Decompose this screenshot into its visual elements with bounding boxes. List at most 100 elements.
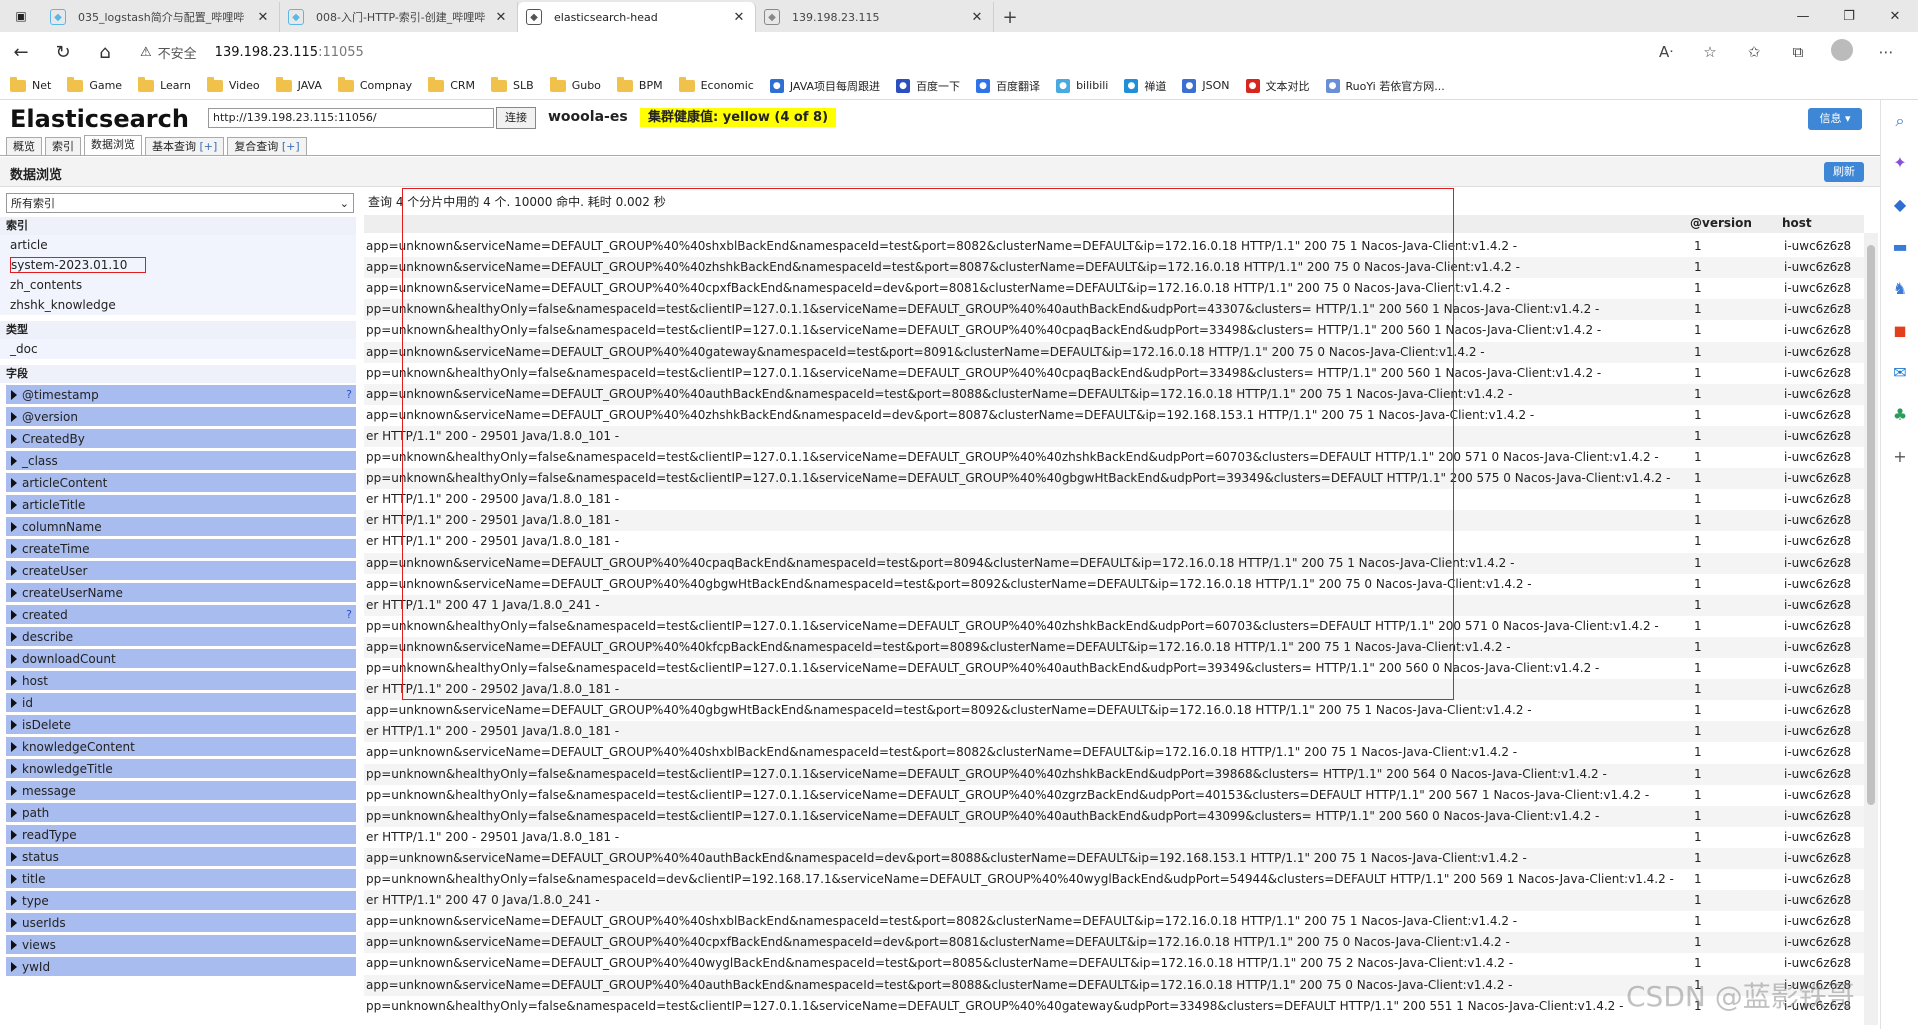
address-input[interactable]: ⚠ 不安全 139.198.23.115 :11055 bbox=[140, 37, 1660, 67]
info-dropdown-button[interactable]: 信息 ▾ bbox=[1808, 108, 1862, 130]
connect-button[interactable]: 连接 bbox=[496, 107, 536, 129]
reload-icon[interactable]: ↻ bbox=[42, 32, 84, 72]
table-row[interactable]: er HTTP/1.1" 200 - 29501 Java/1.8.0_181 … bbox=[364, 510, 1864, 532]
bookmark-item[interactable]: ● 百度翻译 bbox=[976, 78, 1040, 94]
table-row[interactable]: er HTTP/1.1" 200 - 29501 Java/1.8.0_181 … bbox=[364, 827, 1864, 848]
table-row[interactable]: er HTTP/1.1" 200 - 29501 Java/1.8.0_101 … bbox=[364, 425, 1864, 447]
field-item[interactable]: @version bbox=[6, 407, 356, 427]
table-row[interactable]: app=unknown&serviceName=DEFAULT_GROUP%40… bbox=[364, 236, 1864, 257]
field-item[interactable]: host bbox=[6, 671, 356, 691]
field-item[interactable]: ywId bbox=[6, 957, 356, 977]
table-row[interactable]: pp=unknown&healthyOnly=false&namespaceId… bbox=[364, 869, 1864, 890]
home-icon[interactable]: ⌂ bbox=[84, 32, 126, 72]
app-tab[interactable]: 复合查询 [+] bbox=[227, 137, 307, 155]
table-row[interactable]: pp=unknown&healthyOnly=false&namespaceId… bbox=[364, 299, 1864, 321]
table-row[interactable]: pp=unknown&healthyOnly=false&namespaceId… bbox=[364, 785, 1864, 806]
bookmark-item[interactable]: Net bbox=[10, 76, 51, 92]
bookmark-item[interactable]: ● 文本对比 bbox=[1245, 78, 1310, 94]
field-item[interactable]: articleContent bbox=[6, 473, 356, 493]
table-row[interactable]: er HTTP/1.1" 200 - 29501 Java/1.8.0_181 … bbox=[364, 721, 1864, 743]
tab-close-icon[interactable]: ✕ bbox=[731, 10, 747, 25]
field-item[interactable]: message bbox=[6, 781, 356, 801]
table-row[interactable]: pp=unknown&healthyOnly=false&namespaceId… bbox=[364, 658, 1864, 679]
field-help-icon[interactable]: ? bbox=[346, 385, 352, 405]
bookmark-item[interactable]: JAVA bbox=[275, 76, 322, 92]
table-row[interactable]: pp=unknown&healthyOnly=false&namespaceId… bbox=[364, 447, 1864, 468]
app-tab[interactable]: 基本查询 [+] bbox=[145, 137, 225, 155]
table-row[interactable]: er HTTP/1.1" 200 47 0 Java/1.8.0_241 - 1 i… bbox=[364, 890, 1864, 912]
favorites-icon[interactable]: ✩ bbox=[1732, 43, 1776, 61]
table-row[interactable]: pp=unknown&healthyOnly=false&namespaceId… bbox=[364, 320, 1864, 341]
field-item[interactable]: downloadCount bbox=[6, 649, 356, 669]
app-tab-plus[interactable]: [+] bbox=[200, 140, 218, 153]
tab-close-icon[interactable]: ✕ bbox=[255, 10, 271, 25]
outlook-icon[interactable]: ✉ bbox=[1881, 352, 1918, 394]
tab-actions-icon[interactable]: ▣ bbox=[0, 0, 42, 32]
favorite-add-icon[interactable]: ☆ bbox=[1688, 43, 1732, 61]
tag-icon[interactable]: ◆ bbox=[1881, 184, 1918, 226]
bookmark-item[interactable]: Learn bbox=[138, 76, 191, 92]
back-icon[interactable]: ← bbox=[0, 32, 42, 72]
search-icon[interactable]: ⌕ bbox=[1881, 100, 1918, 142]
table-row[interactable]: app=unknown&serviceName=DEFAULT_GROUP%40… bbox=[364, 405, 1864, 426]
scroll-thumb[interactable] bbox=[1867, 245, 1875, 805]
copilot-icon[interactable]: ✦ bbox=[1881, 142, 1918, 184]
browser-tab[interactable]: ◆ 035_logstash简介与配置_哔哩哔 ✕ bbox=[42, 2, 280, 32]
filter-item[interactable]: zh_contents bbox=[0, 275, 356, 295]
table-row[interactable]: app=unknown&serviceName=DEFAULT_GROUP%40… bbox=[364, 383, 1864, 405]
table-row[interactable]: app=unknown&serviceName=DEFAULT_GROUP%40… bbox=[364, 911, 1864, 932]
games-icon[interactable]: ♞ bbox=[1881, 268, 1918, 310]
collections-icon[interactable]: ⧉ bbox=[1776, 43, 1820, 61]
field-item[interactable]: views bbox=[6, 935, 356, 955]
close-window-icon[interactable]: ✕ bbox=[1872, 0, 1918, 32]
tab-close-icon[interactable]: ✕ bbox=[969, 10, 985, 25]
field-item[interactable]: readType bbox=[6, 825, 356, 845]
field-item[interactable]: title bbox=[6, 869, 356, 889]
tree-icon[interactable]: ♣ bbox=[1881, 394, 1918, 436]
refresh-button[interactable]: 刷新 bbox=[1824, 162, 1864, 182]
table-row[interactable]: er HTTP/1.1" 200 - 29500 Java/1.8.0_181 … bbox=[364, 489, 1864, 510]
table-row[interactable]: pp=unknown&healthyOnly=false&namespaceId… bbox=[364, 805, 1864, 827]
bookmark-item[interactable]: ● JAVA项目每周跟进 bbox=[769, 78, 880, 94]
bookmark-item[interactable]: Game bbox=[67, 76, 122, 92]
field-help-icon[interactable]: ? bbox=[346, 605, 352, 625]
bookmark-item[interactable]: ● JSON bbox=[1182, 78, 1230, 93]
table-row[interactable]: pp=unknown&healthyOnly=false&namespaceId… bbox=[364, 616, 1864, 637]
table-row[interactable]: pp=unknown&healthyOnly=false&namespaceId… bbox=[364, 363, 1864, 384]
field-item[interactable]: isDelete bbox=[6, 715, 356, 735]
field-item[interactable]: createUser bbox=[6, 561, 356, 581]
browser-tab[interactable]: ◆ 008-入门-HTTP-索引-创建_哔哩哔 ✕ bbox=[280, 2, 518, 32]
bookmark-item[interactable]: ● bilibili bbox=[1056, 78, 1108, 93]
table-row[interactable]: er HTTP/1.1" 200 - 29502 Java/1.8.0_181 … bbox=[364, 679, 1864, 701]
table-row[interactable]: er HTTP/1.1" 200 47 1 Java/1.8.0_241 - 1 i… bbox=[364, 594, 1864, 616]
table-row[interactable]: app=unknown&serviceName=DEFAULT_GROUP%40… bbox=[364, 700, 1864, 721]
bookmark-item[interactable]: Video bbox=[206, 76, 260, 92]
table-row[interactable]: app=unknown&serviceName=DEFAULT_GROUP%40… bbox=[364, 552, 1864, 574]
new-tab-button[interactable]: + bbox=[994, 2, 1026, 32]
app-tab[interactable]: 概览 bbox=[6, 137, 42, 155]
app-tab[interactable]: 数据浏览 bbox=[84, 135, 142, 155]
column-header-host[interactable]: host bbox=[1782, 216, 1812, 230]
field-item[interactable]: @timestamp? bbox=[6, 385, 356, 405]
table-row[interactable]: app=unknown&serviceName=DEFAULT_GROUP%40… bbox=[364, 278, 1864, 299]
field-item[interactable]: knowledgeContent bbox=[6, 737, 356, 757]
bookmark-item[interactable]: CRM bbox=[428, 76, 475, 92]
table-row[interactable]: app=unknown&serviceName=DEFAULT_GROUP%40… bbox=[364, 574, 1864, 595]
field-item[interactable]: describe bbox=[6, 627, 356, 647]
field-item[interactable]: type bbox=[6, 891, 356, 911]
cluster-url-input[interactable]: http://139.198.23.115:11056/ bbox=[208, 108, 494, 128]
table-row[interactable]: er HTTP/1.1" 200 - 29501 Java/1.8.0_181 … bbox=[364, 531, 1864, 552]
bookmark-item[interactable]: ● 禅道 bbox=[1124, 78, 1166, 94]
add-sidebar-icon[interactable]: + bbox=[1881, 436, 1918, 478]
field-item[interactable]: userIds bbox=[6, 913, 356, 933]
bookmark-item[interactable]: Economic bbox=[678, 76, 754, 92]
table-row[interactable]: app=unknown&serviceName=DEFAULT_GROUP%40… bbox=[364, 636, 1864, 658]
field-item[interactable]: CreatedBy bbox=[6, 429, 356, 449]
field-item[interactable]: created? bbox=[6, 605, 356, 625]
bookmark-item[interactable]: Gubo bbox=[549, 76, 601, 92]
table-row[interactable]: app=unknown&serviceName=DEFAULT_GROUP%40… bbox=[364, 742, 1864, 763]
filter-item[interactable]: system-2023.01.10 bbox=[0, 255, 356, 275]
column-header-version[interactable]: @version bbox=[1690, 216, 1752, 230]
field-item[interactable]: columnName bbox=[6, 517, 356, 537]
bookmark-item[interactable]: BPM bbox=[616, 76, 663, 92]
